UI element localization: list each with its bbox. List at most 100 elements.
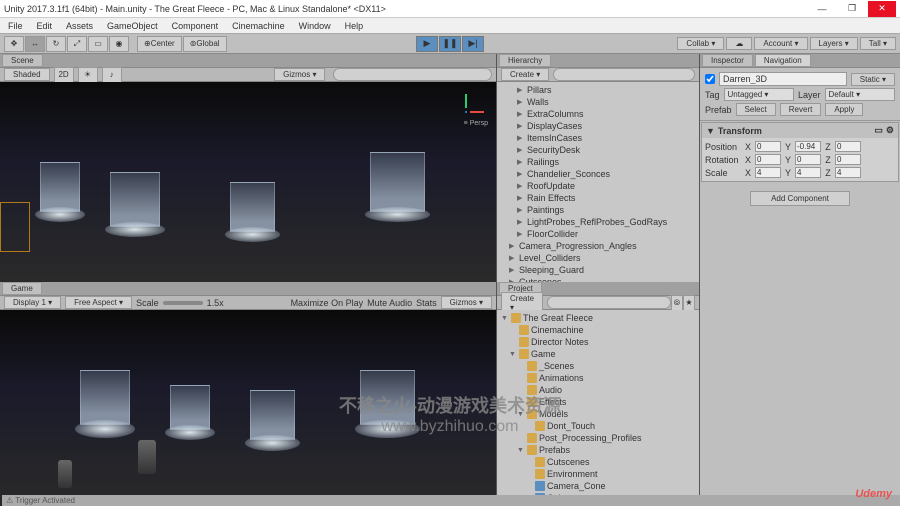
menu-file[interactable]: File (2, 20, 29, 32)
cloud-button[interactable]: ☁ (726, 37, 752, 50)
rotation-y[interactable] (795, 154, 821, 165)
hierarchy-tab[interactable]: Hierarchy (499, 54, 551, 67)
component-help-icon[interactable]: ▭ (874, 125, 883, 136)
maximize-button[interactable]: ❐ (838, 1, 866, 17)
hierarchy-item[interactable]: ▶LightProbes_ReflProbes_GodRays (499, 216, 697, 228)
gameobject-name-field[interactable] (719, 72, 847, 86)
view-2d-toggle[interactable]: 2D (54, 67, 74, 83)
save-search-icon[interactable]: ★ (683, 295, 695, 311)
static-dropdown[interactable]: Static ▾ (851, 73, 895, 86)
menu-component[interactable]: Component (166, 20, 225, 32)
layer-dropdown[interactable]: Default ▾ (825, 88, 895, 101)
lighting-toggle[interactable]: ☀ (78, 67, 98, 83)
project-item[interactable]: ▼Prefabs (499, 444, 697, 456)
aspect-dropdown[interactable]: Free Aspect ▾ (65, 296, 132, 309)
hierarchy-item[interactable]: ▶Pillars (499, 84, 697, 96)
prefab-revert[interactable]: Revert (780, 103, 822, 116)
project-item[interactable]: Director Notes (499, 336, 697, 348)
hierarchy-item[interactable]: ▶DisplayCases (499, 120, 697, 132)
layout-dropdown[interactable]: Tall ▾ (860, 37, 896, 50)
layers-dropdown[interactable]: Layers ▾ (810, 37, 858, 50)
stats-toggle[interactable]: Stats (416, 298, 437, 308)
position-y[interactable] (795, 141, 821, 152)
audio-toggle[interactable]: ♪ (102, 67, 122, 83)
hierarchy-item[interactable]: ▶Rain Effects (499, 192, 697, 204)
hierarchy-item[interactable]: ▶Sleeping_Guard (499, 264, 697, 276)
menu-help[interactable]: Help (339, 20, 370, 32)
scene-search[interactable] (333, 68, 492, 81)
hierarchy-item[interactable]: ▶Chandelier_Sconces (499, 168, 697, 180)
project-item[interactable]: ▼Models (499, 408, 697, 420)
scale-tool[interactable]: ⤢ (67, 36, 87, 52)
gizmos-dropdown[interactable]: Gizmos ▾ (274, 68, 325, 81)
move-tool[interactable]: ↔ (25, 36, 45, 52)
rotation-z[interactable] (835, 154, 861, 165)
menu-cinemachine[interactable]: Cinemachine (226, 20, 291, 32)
project-item[interactable]: _Scenes (499, 360, 697, 372)
hierarchy-search[interactable] (553, 68, 695, 81)
expand-toggle[interactable]: ▼ (706, 126, 715, 136)
prefab-select[interactable]: Select (736, 103, 776, 116)
mute-audio[interactable]: Mute Audio (367, 298, 412, 308)
pause-button[interactable]: ❚❚ (439, 36, 461, 52)
project-search[interactable] (547, 296, 671, 309)
prefab-apply[interactable]: Apply (825, 103, 863, 116)
hierarchy-item[interactable]: ▶Camera_Progression_Angles (499, 240, 697, 252)
game-gizmos[interactable]: Gizmos ▾ (441, 296, 492, 309)
project-item[interactable]: ▼Game (499, 348, 697, 360)
hierarchy-item[interactable]: ▶ExtraColumns (499, 108, 697, 120)
project-item[interactable]: Audio (499, 384, 697, 396)
collab-dropdown[interactable]: Collab ▾ (677, 37, 724, 50)
position-z[interactable] (835, 141, 861, 152)
shading-mode[interactable]: Shaded (4, 68, 50, 81)
gameobject-enabled[interactable] (705, 74, 715, 84)
hierarchy-item[interactable]: ▶SecurityDesk (499, 144, 697, 156)
scale-z[interactable] (835, 167, 861, 178)
project-item[interactable]: Animations (499, 372, 697, 384)
scale-x[interactable] (755, 167, 781, 178)
handle-toggle[interactable]: ⊚Global (183, 36, 227, 52)
project-item[interactable]: Dont_Touch (499, 420, 697, 432)
position-x[interactable] (755, 141, 781, 152)
play-button[interactable]: ▶ (416, 36, 438, 52)
filter-icon[interactable]: ⦾ (671, 295, 683, 311)
hierarchy-item[interactable]: ▶Level_Colliders (499, 252, 697, 264)
rotation-x[interactable] (755, 154, 781, 165)
maximize-on-play[interactable]: Maximize On Play (291, 298, 364, 308)
hand-tool[interactable]: ✥ (4, 36, 24, 52)
menu-window[interactable]: Window (293, 20, 337, 32)
menu-gameobject[interactable]: GameObject (101, 20, 164, 32)
hierarchy-tree[interactable]: ▶Pillars▶Walls▶ExtraColumns▶DisplayCases… (497, 82, 699, 282)
close-button[interactable]: ✕ (868, 1, 896, 17)
menu-assets[interactable]: Assets (60, 20, 99, 32)
hierarchy-item[interactable]: ▶Walls (499, 96, 697, 108)
project-item[interactable]: Post_Processing_Profiles (499, 432, 697, 444)
scale-slider[interactable] (163, 301, 203, 305)
scene-tab[interactable]: Scene (2, 54, 43, 67)
project-item[interactable]: Cinemachine (499, 324, 697, 336)
hierarchy-item[interactable]: ▶RoofUpdate (499, 180, 697, 192)
project-item[interactable]: Environment (499, 468, 697, 480)
hierarchy-item[interactable]: ▶Railings (499, 156, 697, 168)
project-item[interactable]: ▼The Great Fleece (499, 312, 697, 324)
scale-y[interactable] (795, 167, 821, 178)
rotate-tool[interactable]: ↻ (46, 36, 66, 52)
display-dropdown[interactable]: Display 1 ▾ (4, 296, 61, 309)
project-item[interactable]: Camera_Cone (499, 480, 697, 492)
account-dropdown[interactable]: Account ▾ (754, 37, 807, 50)
menu-edit[interactable]: Edit (31, 20, 59, 32)
hierarchy-item[interactable]: ▶Paintings (499, 204, 697, 216)
console-message[interactable]: ⚠ Trigger Activated (2, 495, 900, 506)
minimize-button[interactable]: — (808, 1, 836, 17)
rect-tool[interactable]: ▭ (88, 36, 108, 52)
pivot-toggle[interactable]: ⊕Center (137, 36, 182, 52)
tag-dropdown[interactable]: Untagged ▾ (724, 88, 794, 101)
inspector-tab[interactable]: Inspector (702, 54, 753, 67)
scene-viewport[interactable]: ≡ Persp (0, 82, 496, 282)
persp-label[interactable]: ≡ Persp (464, 120, 488, 127)
add-component-button[interactable]: Add Component (750, 191, 850, 206)
project-item[interactable]: Effects (499, 396, 697, 408)
navigation-tab[interactable]: Navigation (755, 54, 811, 67)
project-tree[interactable]: ▼The Great FleeceCinemachineDirector Not… (497, 310, 699, 506)
hierarchy-item[interactable]: ▶ItemsInCases (499, 132, 697, 144)
